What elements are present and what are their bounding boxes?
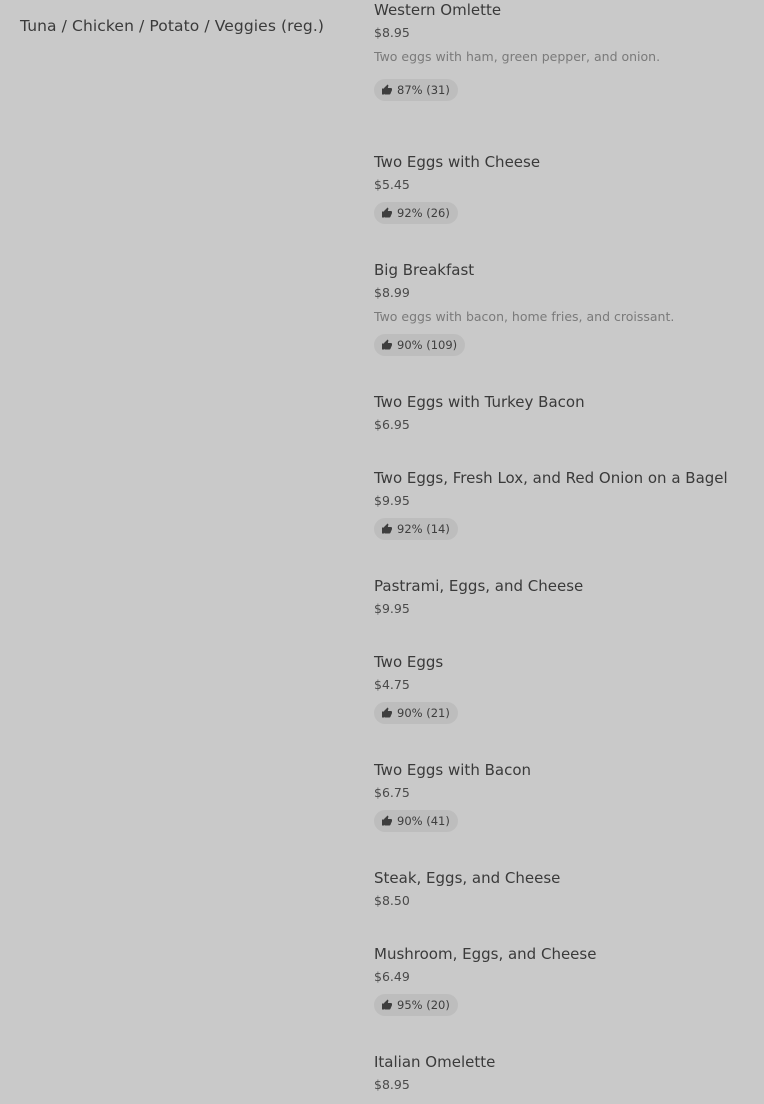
item-name: Mushroom, Eggs, and Cheese [374, 945, 597, 963]
menu-item-two-eggs-fresh-lox-red-onion-bagel[interactable]: Two Eggs, Fresh Lox, and Red Onion on a … [374, 468, 759, 540]
thumbs-up-icon [382, 84, 392, 95]
rating-badge: 95% (20) [374, 994, 458, 1016]
item-price: $6.75 [374, 785, 410, 800]
item-name: Two Eggs, Fresh Lox, and Red Onion on a … [374, 469, 728, 487]
rating-text: 90% (41) [397, 814, 450, 828]
item-price: $6.95 [374, 417, 410, 432]
item-name: Pastrami, Eggs, and Cheese [374, 577, 584, 595]
thumbs-up-icon [382, 207, 392, 218]
item-description: Two eggs with ham, green pepper, and oni… [374, 49, 661, 64]
thumbs-up-icon [382, 707, 392, 718]
menu-item-two-eggs[interactable]: Two Eggs $4.75 90% (21) [374, 652, 759, 724]
menu-item-pastrami-eggs-and-cheese[interactable]: Pastrami, Eggs, and Cheese $9.95 [374, 576, 759, 617]
item-name: Italian Omelette [374, 1053, 496, 1071]
menu-item-two-eggs-with-cheese[interactable]: Two Eggs with Cheese $5.45 92% (26) [374, 152, 759, 224]
item-name: Two Eggs with Turkey Bacon [374, 393, 585, 411]
item-price: $8.95 [374, 25, 410, 40]
item-name: Two Eggs with Bacon [374, 761, 532, 779]
item-price: $4.75 [374, 677, 410, 692]
menu-item-italian-omelette[interactable]: Italian Omelette $8.95 [374, 1052, 759, 1093]
menu-item-big-breakfast[interactable]: Big Breakfast $8.99 Two eggs with bacon,… [374, 260, 759, 356]
category-title: Tuna / Chicken / Potato / Veggies (reg.) [20, 17, 325, 35]
menu-item-two-eggs-with-bacon[interactable]: Two Eggs with Bacon $6.75 90% (41) [374, 760, 759, 832]
item-price: $5.45 [374, 177, 410, 192]
item-name: Two Eggs [374, 653, 444, 671]
item-name: Western Omlette [374, 1, 502, 19]
rating-badge: 87% (31) [374, 79, 458, 101]
thumbs-up-icon [382, 815, 392, 826]
item-price: $8.95 [374, 1077, 410, 1092]
rating-text: 92% (26) [397, 206, 450, 220]
menu-item-mushroom-eggs-and-cheese[interactable]: Mushroom, Eggs, and Cheese $6.49 95% (20… [374, 944, 759, 1016]
menu-page: Tuna / Chicken / Potato / Veggies (reg.)… [0, 0, 764, 1104]
rating-text: 92% (14) [397, 522, 450, 536]
item-price: $6.49 [374, 969, 410, 984]
thumbs-up-icon [382, 339, 392, 350]
item-price: $9.95 [374, 493, 410, 508]
rating-text: 90% (109) [397, 338, 458, 352]
item-description: Two eggs with bacon, home fries, and cro… [374, 309, 675, 324]
thumbs-up-icon [382, 999, 392, 1010]
item-name: Steak, Eggs, and Cheese [374, 869, 561, 887]
item-price: $9.95 [374, 601, 410, 616]
rating-text: 87% (31) [397, 83, 450, 97]
menu-item-steak-eggs-and-cheese[interactable]: Steak, Eggs, and Cheese $8.50 [374, 868, 759, 909]
rating-text: 90% (21) [397, 706, 450, 720]
menu-item-two-eggs-with-turkey-bacon[interactable]: Two Eggs with Turkey Bacon $6.95 [374, 392, 759, 433]
rating-badge: 90% (109) [374, 334, 466, 356]
item-name: Two Eggs with Cheese [374, 153, 541, 171]
rating-badge: 92% (26) [374, 202, 458, 224]
rating-badge: 92% (14) [374, 518, 458, 540]
menu-item-western-omlette[interactable]: Western Omlette $8.95 Two eggs with ham,… [374, 0, 759, 101]
item-name: Big Breakfast [374, 261, 475, 279]
rating-badge: 90% (21) [374, 702, 458, 724]
item-price: $8.50 [374, 893, 410, 908]
rating-text: 95% (20) [397, 998, 450, 1012]
rating-badge: 90% (41) [374, 810, 458, 832]
thumbs-up-icon [382, 523, 392, 534]
item-price: $8.99 [374, 285, 410, 300]
